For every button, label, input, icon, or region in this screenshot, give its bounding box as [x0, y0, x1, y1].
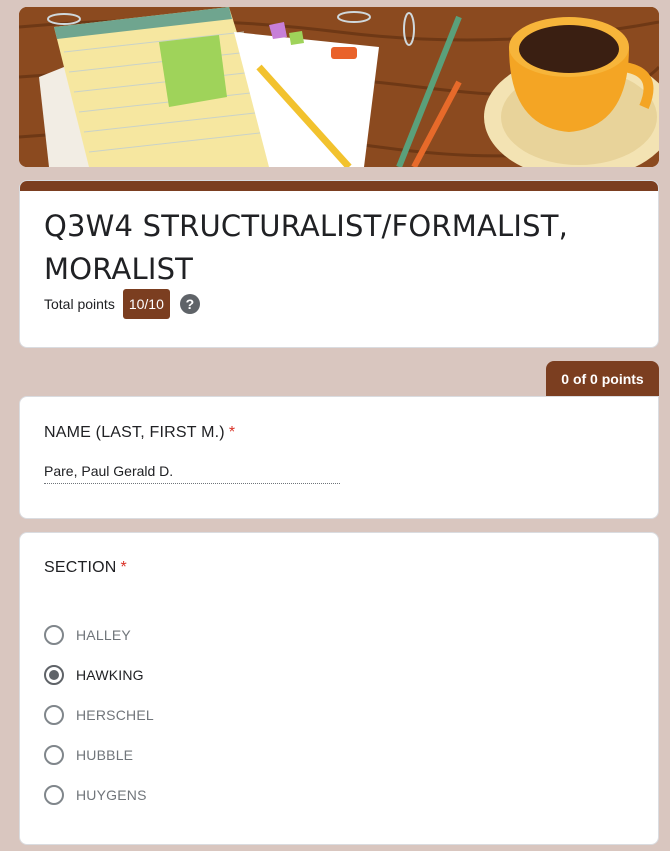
radio-option-herschel[interactable]: HERSCHEL: [44, 695, 154, 735]
form-title-card: Q3W4 STRUCTURALIST/FORMALIST, MORALIST T…: [19, 180, 659, 348]
radio-label: HAWKING: [76, 667, 144, 683]
radio-label: HERSCHEL: [76, 707, 154, 723]
radio-label: HALLEY: [76, 627, 131, 643]
name-answer-field[interactable]: Pare, Paul Gerald D.: [44, 463, 340, 484]
radio-button[interactable]: [44, 625, 64, 645]
question-title-text: NAME (LAST, FIRST M.): [44, 424, 225, 441]
radio-option-hubble[interactable]: HUBBLE: [44, 735, 154, 775]
section-radio-group: HALLEY HAWKING HERSCHEL HUBBLE HUYGENS: [44, 615, 154, 815]
radio-button[interactable]: [44, 745, 64, 765]
total-points-label: Total points: [44, 296, 115, 312]
question-title-name: NAME (LAST, FIRST M.) *: [44, 424, 235, 442]
required-asterisk: *: [120, 559, 127, 576]
question-card-section: SECTION * HALLEY HAWKING HERSCHEL HUBBLE …: [19, 532, 659, 845]
total-points-badge: 10/10: [122, 289, 170, 319]
radio-option-hawking[interactable]: HAWKING: [44, 655, 154, 695]
radio-label: HUYGENS: [76, 787, 147, 803]
form-title: Q3W4 STRUCTURALIST/FORMALIST, MORALIST: [44, 209, 569, 286]
help-icon[interactable]: ?: [179, 294, 200, 314]
required-asterisk: *: [228, 424, 236, 441]
question-card-name: NAME (LAST, FIRST M.) * Pare, Paul Gerald…: [19, 396, 659, 519]
question-title-text: SECTION: [44, 559, 117, 576]
question-title-section: SECTION *: [44, 559, 127, 577]
header-banner-image: [19, 7, 659, 167]
radio-option-halley[interactable]: HALLEY: [44, 615, 154, 655]
radio-option-huygens[interactable]: HUYGENS: [44, 775, 154, 815]
radio-button[interactable]: [44, 785, 64, 805]
total-points-row: Total points 10/10 ?: [44, 289, 200, 319]
radio-button-selected[interactable]: [44, 665, 64, 685]
accent-bar: [20, 181, 658, 191]
section-points-tab: 0 of 0 points: [546, 361, 659, 397]
radio-label: HUBBLE: [76, 747, 134, 763]
radio-button[interactable]: [44, 705, 64, 725]
